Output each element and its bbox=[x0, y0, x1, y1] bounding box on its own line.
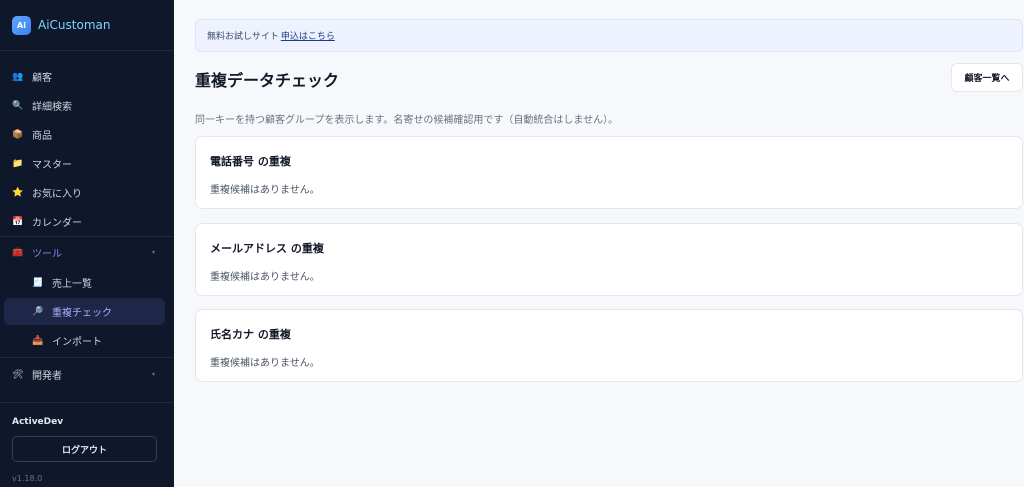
section-title: 氏名カナ の重複 bbox=[210, 328, 291, 341]
sales-icon: 🧾 bbox=[32, 277, 44, 288]
sidebar-item-label: 重複チェック bbox=[52, 308, 112, 319]
tools-icon: 🛠 bbox=[12, 369, 24, 380]
app-logo-icon: Ai bbox=[12, 15, 31, 35]
sidebar-item-label: 開発者 bbox=[32, 371, 62, 382]
duplicate-section-phone: 電話番号 の重複 重複候補はありません。 bbox=[195, 136, 1023, 209]
sidebar-item-import[interactable]: 📥 インポート bbox=[4, 327, 165, 354]
sidebar-item-advanced-search[interactable]: 🔍 詳細検索 bbox=[4, 92, 165, 119]
sidebar-item-label: 商品 bbox=[32, 131, 52, 142]
sidebar-divider bbox=[0, 357, 174, 358]
sidebar-item-label: マスター bbox=[32, 160, 72, 171]
sidebar-item-label: お気に入り bbox=[32, 189, 82, 200]
sidebar-item-label: カレンダー bbox=[32, 218, 82, 229]
sidebar-item-label: インポート bbox=[52, 337, 102, 348]
sidebar-item-calendar[interactable]: 📅 カレンダー bbox=[4, 208, 165, 235]
chevron-down-icon[interactable]: ▾ bbox=[152, 371, 155, 378]
calendar-icon: 📅 bbox=[12, 216, 24, 227]
sidebar-item-label: ツール bbox=[32, 249, 62, 260]
users-icon: 👥 bbox=[12, 71, 24, 82]
sidebar-item-products[interactable]: 📦 商品 bbox=[4, 121, 165, 148]
star-icon: ⭐ bbox=[12, 187, 24, 198]
current-user-name: ActiveDev bbox=[12, 417, 64, 427]
sidebar-item-label: 詳細検索 bbox=[32, 102, 72, 113]
folder-icon: 📁 bbox=[12, 158, 24, 169]
sidebar-item-master[interactable]: 📁 マスター bbox=[4, 150, 165, 177]
duplicate-section-email: メールアドレス の重複 重複候補はありません。 bbox=[195, 223, 1023, 296]
sidebar: Ai AiCustoman 👥 顧客 🔍 詳細検索 📦 商品 📁 マスター ⭐ … bbox=[0, 0, 174, 487]
signup-link[interactable]: 申込はこちら bbox=[281, 29, 335, 42]
import-icon: 📥 bbox=[32, 335, 44, 346]
chevron-down-icon[interactable]: ▾ bbox=[152, 249, 155, 256]
box-icon: 📦 bbox=[12, 129, 24, 140]
app-name: AiCustoman bbox=[38, 18, 111, 32]
page-description: 同一キーを持つ顧客グループを表示します。名寄せの候補確認用です（自動統合はしませ… bbox=[195, 115, 619, 126]
section-empty-message: 重複候補はありません。 bbox=[210, 358, 320, 369]
sidebar-item-favorites[interactable]: ⭐ お気に入り bbox=[4, 179, 165, 206]
toolbox-icon: 🧰 bbox=[12, 247, 24, 258]
sidebar-item-label: 顧客 bbox=[32, 73, 52, 84]
section-title: 電話番号 の重複 bbox=[210, 155, 291, 168]
sidebar-item-sales-list[interactable]: 🧾 売上一覧 bbox=[4, 269, 165, 296]
sidebar-item-customers[interactable]: 👥 顧客 bbox=[4, 63, 165, 90]
sidebar-item-tools[interactable]: 🧰 ツール ▾ bbox=[4, 239, 165, 266]
logout-button[interactable]: ログアウト bbox=[12, 436, 157, 462]
sidebar-divider bbox=[0, 402, 174, 403]
sidebar-item-developer[interactable]: 🛠 開発者 ▾ bbox=[4, 361, 165, 388]
sidebar-divider bbox=[0, 236, 174, 237]
sidebar-item-label: 売上一覧 bbox=[52, 279, 92, 290]
section-title: メールアドレス の重複 bbox=[210, 242, 324, 255]
page-title: 重複データチェック bbox=[195, 71, 340, 90]
back-to-customers-button[interactable]: 顧客一覧へ bbox=[951, 63, 1023, 92]
app-version: v1.18.0 bbox=[12, 474, 43, 483]
trial-banner: 無料お試しサイト 申込はこちら bbox=[195, 19, 1023, 52]
sidebar-item-duplicate-check[interactable]: 🔎 重複チェック bbox=[4, 298, 165, 325]
sidebar-divider bbox=[0, 50, 174, 51]
trial-banner-text: 無料お試しサイト bbox=[207, 32, 279, 42]
section-empty-message: 重複候補はありません。 bbox=[210, 185, 320, 196]
section-empty-message: 重複候補はありません。 bbox=[210, 272, 320, 283]
brand[interactable]: Ai AiCustoman bbox=[12, 15, 110, 35]
search-icon: 🔍 bbox=[12, 100, 24, 111]
duplicate-section-name-kana: 氏名カナ の重複 重複候補はありません。 bbox=[195, 309, 1023, 382]
magnifier-icon: 🔎 bbox=[32, 306, 44, 317]
